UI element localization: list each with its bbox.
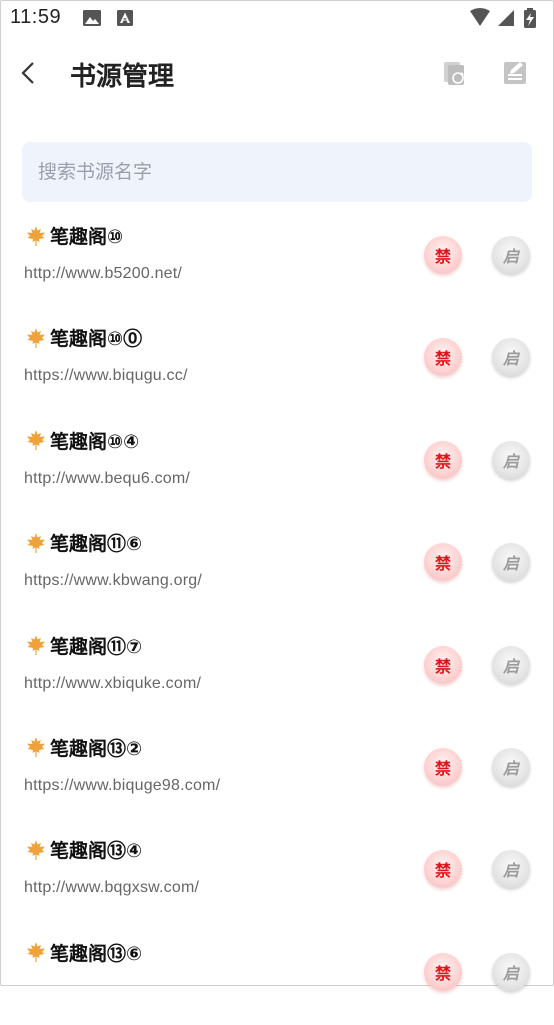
source-name: 笔趣阁⑪⑥ [50, 533, 143, 556]
enable-button[interactable]: 启 [492, 440, 530, 479]
disable-button[interactable]: 禁 [424, 338, 462, 377]
source-name: 笔趣阁⑪⑦ [50, 635, 143, 658]
image-notification-icon [83, 10, 101, 26]
source-item[interactable]: 笔趣阁⑬② https://www.biquge98.com/ 禁 启 [0, 718, 554, 820]
source-item[interactable]: 笔趣阁⑪⑥ https://www.kbwang.org/ 禁 启 [0, 513, 554, 615]
source-list: 笔趣阁⑩ http://www.b5200.net/ 禁 启 笔趣阁⑩⓪ htt… [0, 206, 554, 1025]
app-notification-icon [117, 10, 133, 26]
enable-button[interactable]: 启 [492, 338, 530, 377]
maple-leaf-icon [27, 430, 45, 451]
enable-button[interactable]: 启 [492, 645, 530, 684]
source-url: https://www.kbwang.org/ [24, 572, 203, 590]
source-url: http://www.bqgxsw.com/ [24, 879, 200, 897]
copy-refresh-icon[interactable] [440, 58, 470, 88]
source-item[interactable]: 笔趣阁⑬⑥ 禁 启 [0, 923, 554, 1025]
search-input[interactable] [22, 142, 532, 202]
enable-button[interactable]: 启 [492, 952, 530, 991]
source-url: http://www.b5200.net/ [24, 265, 183, 282]
source-name-row: 笔趣阁⑪⑦ [24, 632, 142, 659]
enable-button[interactable]: 启 [492, 236, 530, 274]
source-name: 笔趣阁⑬② [50, 737, 143, 760]
disable-button[interactable]: 禁 [424, 440, 462, 479]
source-item[interactable]: 笔趣阁⑬④ http://www.bqgxsw.com/ 禁 启 [0, 820, 554, 922]
page-title: 书源管理 [70, 62, 175, 92]
maple-leaf-icon [27, 942, 45, 963]
source-name: 笔趣阁⑬④ [50, 840, 143, 863]
source-name: 笔趣阁⑩⓪ [50, 328, 143, 351]
source-name-row: 笔趣阁⑬② [24, 734, 142, 761]
maple-leaf-icon [27, 327, 45, 348]
status-indicators-icon [470, 8, 536, 28]
source-item[interactable]: 笔趣阁⑪⑦ http://www.xbiquke.com/ 禁 启 [0, 616, 554, 718]
maple-leaf-icon [27, 635, 45, 656]
source-name-row: 笔趣阁⑩ [24, 222, 123, 249]
source-name: 笔趣阁⑩ [50, 226, 124, 248]
source-name-row: 笔趣阁⑩⓪ [24, 324, 142, 351]
source-name: 笔趣阁⑬⑥ [50, 942, 143, 965]
maple-leaf-icon [27, 839, 45, 860]
source-name-row: 笔趣阁⑩④ [24, 427, 139, 454]
source-item[interactable]: 笔趣阁⑩④ http://www.bequ6.com/ 禁 启 [0, 411, 554, 513]
enable-button[interactable]: 启 [492, 747, 530, 786]
disable-button[interactable]: 禁 [424, 850, 462, 889]
source-name-row: 笔趣阁⑬⑥ [24, 939, 142, 966]
status-bar: 11:59 [0, 0, 554, 36]
source-item[interactable]: 笔趣阁⑩⓪ https://www.biqugu.cc/ 禁 启 [0, 308, 554, 410]
maple-leaf-icon [27, 737, 45, 758]
disable-button[interactable]: 禁 [424, 747, 462, 786]
disable-button[interactable]: 禁 [424, 543, 462, 582]
enable-button[interactable]: 启 [492, 543, 530, 582]
back-chevron-icon[interactable] [12, 56, 46, 90]
app-header: 书源管理 [0, 38, 554, 112]
source-name-row: 笔趣阁⑬④ [24, 836, 142, 863]
maple-leaf-icon [27, 532, 45, 553]
source-name-row: 笔趣阁⑪⑥ [24, 529, 142, 556]
maple-leaf-icon [27, 225, 45, 246]
disable-button[interactable]: 禁 [424, 952, 462, 991]
disable-button[interactable]: 禁 [424, 645, 462, 684]
edit-note-icon[interactable] [500, 58, 530, 88]
source-item[interactable]: 笔趣阁⑩ http://www.b5200.net/ 禁 启 [0, 206, 554, 308]
source-name: 笔趣阁⑩④ [50, 430, 140, 453]
source-url: https://www.biquge98.com/ [24, 776, 221, 794]
disable-button[interactable]: 禁 [424, 236, 462, 274]
status-time: 11:59 [10, 6, 62, 28]
source-url: http://www.bequ6.com/ [24, 469, 191, 487]
source-url: http://www.xbiquke.com/ [24, 674, 202, 692]
search-box [22, 142, 532, 202]
enable-button[interactable]: 启 [492, 850, 530, 889]
source-url: https://www.biqugu.cc/ [24, 367, 188, 385]
